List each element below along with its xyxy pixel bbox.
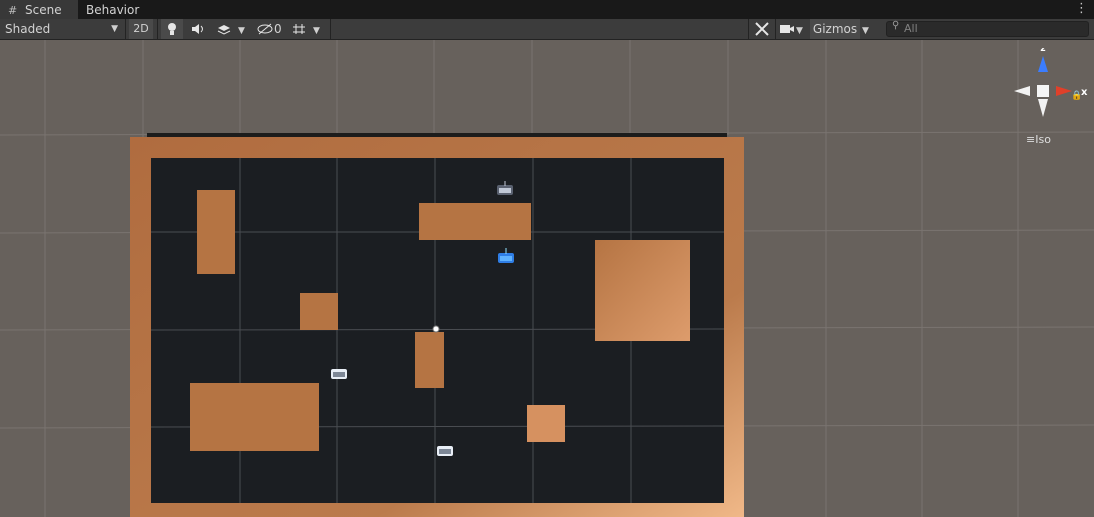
z-axis-cone[interactable] xyxy=(1038,56,1048,72)
grid-snap-icon xyxy=(293,24,305,34)
obstacle-block xyxy=(300,293,338,330)
x-axis-label: x xyxy=(1081,87,1088,98)
scene-search-field[interactable]: ⚲ All xyxy=(886,20,1089,37)
agent-icon[interactable] xyxy=(437,446,453,456)
gizmos-dropdown[interactable]: ▼ xyxy=(862,19,876,39)
chevron-down-icon: ▼ xyxy=(313,26,320,36)
divider xyxy=(157,19,158,39)
obstacle-block xyxy=(415,332,444,388)
menu-lines-icon: ≡ xyxy=(1026,133,1036,146)
effects-toggle-button[interactable] xyxy=(212,19,236,39)
speaker-icon xyxy=(192,24,203,34)
divider xyxy=(748,19,749,39)
hidden-object-count: 0 xyxy=(274,22,282,36)
search-icon: ⚲ xyxy=(892,20,900,31)
divider xyxy=(125,19,126,39)
obstacle-block xyxy=(190,383,319,451)
obstacle-block xyxy=(419,203,531,240)
2d-mode-toggle[interactable]: 2D xyxy=(129,19,153,39)
chevron-down-icon: ▼ xyxy=(796,26,803,36)
gizmos-button[interactable]: Gizmos xyxy=(810,19,860,39)
projection-label: Iso xyxy=(1035,133,1051,146)
search-placeholder: All xyxy=(904,22,918,35)
divider xyxy=(775,19,776,39)
scene-visibility-toggle[interactable]: 0 xyxy=(256,19,286,39)
tools-button[interactable] xyxy=(752,19,772,39)
x-axis-cone[interactable] xyxy=(1056,86,1072,96)
tab-scene-label: Scene xyxy=(25,3,62,17)
neg-x-axis-cone[interactable] xyxy=(1014,86,1030,96)
camera-icon xyxy=(780,25,794,33)
obstacle-block xyxy=(595,240,690,341)
arena xyxy=(130,133,744,517)
chevron-down-icon: ▼ xyxy=(111,24,118,34)
pivot-marker xyxy=(432,325,440,333)
audio-toggle-button[interactable] xyxy=(186,19,210,39)
z-axis-label: z xyxy=(1040,48,1045,54)
window-tab-bar: # Scene Behavior Designer ⋮ xyxy=(0,0,1094,37)
obstacle-block xyxy=(197,190,235,274)
hidden-eye-icon xyxy=(257,23,273,35)
scene-toolbar: Shaded ▼ 2D ▼ 0 ▼ ▼ Gizmos ▼ ⚲ All xyxy=(0,19,1094,40)
more-options-icon[interactable]: ⋮ xyxy=(1075,0,1088,18)
center-cube[interactable] xyxy=(1037,85,1049,97)
obstacle-block xyxy=(527,405,565,442)
effects-dropdown[interactable]: ▼ xyxy=(238,19,252,39)
chevron-down-icon: ▼ xyxy=(238,26,245,36)
grid-dropdown[interactable]: ▼ xyxy=(313,19,327,39)
tab-scene[interactable]: # Scene xyxy=(0,0,78,19)
chevron-down-icon: ▼ xyxy=(862,26,869,36)
layers-icon xyxy=(217,25,231,35)
scene-viewport[interactable]: 🔒 z x ≡Iso xyxy=(0,40,1094,517)
wrench-icon xyxy=(755,22,769,36)
lighting-toggle-button[interactable] xyxy=(161,19,183,39)
divider xyxy=(330,19,331,39)
shading-mode-dropdown[interactable]: Shaded ▼ xyxy=(5,19,120,39)
agent-icon[interactable] xyxy=(331,369,347,379)
neg-y-axis-cone[interactable] xyxy=(1038,99,1048,117)
lightbulb-icon xyxy=(168,23,176,35)
grid-toggle-button[interactable] xyxy=(289,19,311,39)
camera-settings-dropdown[interactable]: ▼ xyxy=(778,19,808,39)
tab-behavior-designer[interactable]: Behavior Designer xyxy=(78,0,198,37)
shading-mode-label: Shaded xyxy=(5,22,51,36)
grid-icon: # xyxy=(8,4,18,17)
projection-toggle[interactable]: ≡Iso xyxy=(1026,133,1051,146)
